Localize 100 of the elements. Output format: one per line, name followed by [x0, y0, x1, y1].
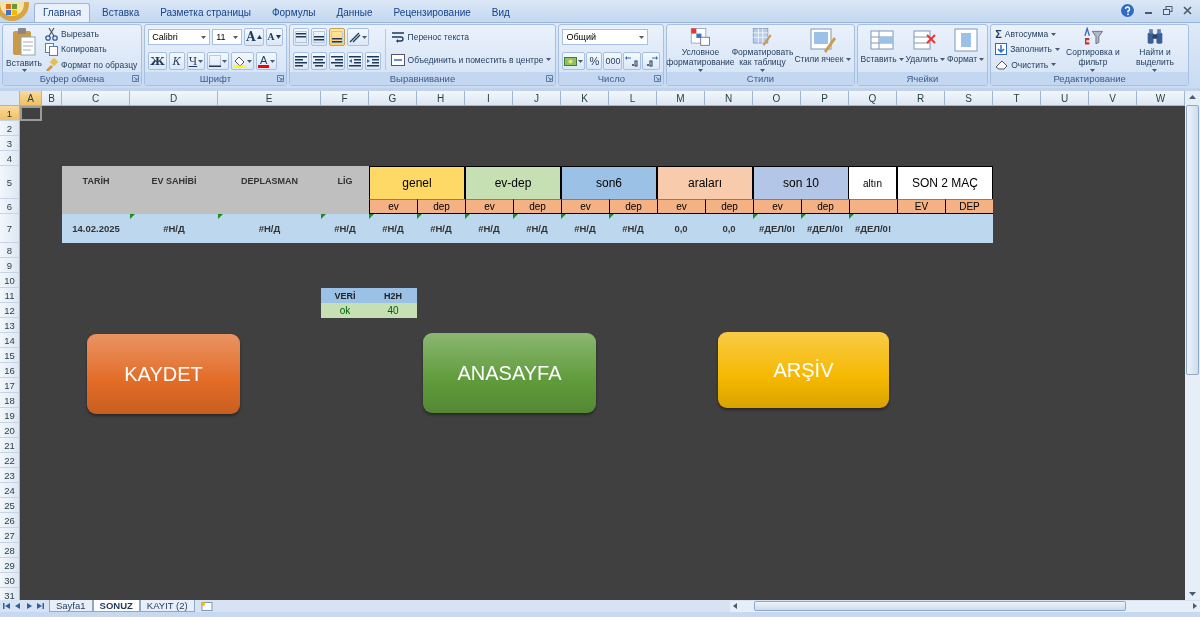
fill-button[interactable]: Заполнить — [994, 42, 1061, 57]
increase-indent-button[interactable] — [364, 52, 381, 70]
horizontal-scrollbar[interactable] — [730, 600, 1200, 612]
cell-styles-button[interactable]: Стили ячеек — [794, 27, 851, 72]
column-header[interactable]: J — [513, 91, 561, 106]
ribbon-tab[interactable]: Рецензирование — [384, 3, 480, 22]
italic-button[interactable]: К — [168, 52, 185, 70]
row-header[interactable]: 5 — [0, 166, 20, 199]
dialog-launcher-icon[interactable] — [546, 75, 554, 82]
row-header[interactable]: 30 — [0, 573, 20, 588]
row-header[interactable]: 3 — [0, 136, 20, 151]
copy-button[interactable]: Копировать — [44, 42, 108, 57]
row-header[interactable]: 21 — [0, 438, 20, 453]
row-header[interactable]: 2 — [0, 121, 20, 136]
underline-button[interactable]: Ч — [186, 52, 206, 70]
column-header[interactable]: D — [130, 91, 218, 106]
bold-button[interactable]: Ж — [148, 52, 167, 70]
row-header[interactable]: 27 — [0, 528, 20, 543]
vertical-align-button[interactable] — [328, 28, 345, 46]
merge-center-button[interactable]: Объединить и поместить в центре — [389, 52, 553, 67]
row-header[interactable]: 16 — [0, 363, 20, 378]
ribbon-tab[interactable]: Вид — [482, 3, 519, 22]
autosum-button[interactable]: Σ Автосумма — [994, 27, 1058, 42]
vertical-scrollbar[interactable] — [1185, 91, 1200, 600]
row-header[interactable]: 12 — [0, 303, 20, 318]
column-header[interactable]: A — [20, 91, 42, 106]
sort-filter-button[interactable]: Сортировка и фильтр — [1062, 27, 1123, 72]
dialog-launcher-icon[interactable] — [132, 75, 140, 82]
row-header[interactable]: 19 — [0, 408, 20, 423]
ribbon-tab[interactable]: Вставка — [93, 3, 149, 22]
column-header[interactable]: K — [561, 91, 609, 106]
row-header[interactable]: 23 — [0, 468, 20, 483]
column-header[interactable]: P — [801, 91, 849, 106]
row-header[interactable]: 9 — [0, 258, 20, 273]
row-header[interactable]: 6 — [0, 199, 20, 214]
sheet-tab[interactable]: Sayfa1 — [49, 600, 93, 612]
ribbon-tab[interactable]: Формулы — [262, 3, 325, 22]
row-header[interactable]: 22 — [0, 453, 20, 468]
column-header[interactable]: L — [609, 91, 657, 106]
currency-button[interactable] — [562, 52, 586, 70]
format-cells-button[interactable]: Формат — [947, 27, 985, 72]
row-header[interactable]: 1 — [0, 106, 20, 121]
row-header[interactable]: 25 — [0, 498, 20, 513]
ribbon-tab[interactable]: Данные — [327, 3, 382, 22]
row-header[interactable]: 7 — [0, 214, 20, 243]
cut-button[interactable]: Вырезать — [44, 27, 100, 42]
column-header[interactable]: U — [1041, 91, 1089, 106]
row-header[interactable]: 8 — [0, 243, 20, 258]
grow-font-button[interactable]: A — [244, 28, 264, 46]
horizontal-align-button[interactable] — [292, 52, 309, 70]
number-format-field[interactable]: Общий — [562, 29, 649, 45]
dialog-launcher-icon[interactable] — [654, 75, 662, 82]
column-header[interactable]: R — [897, 91, 945, 106]
font-color-button[interactable]: A — [256, 52, 278, 70]
column-header[interactable]: F — [321, 91, 369, 106]
row-header[interactable]: 10 — [0, 273, 20, 288]
row-header[interactable]: 15 — [0, 348, 20, 363]
column-header[interactable]: I — [465, 91, 513, 106]
row-header[interactable]: 13 — [0, 318, 20, 333]
decrease-decimal-button[interactable] — [642, 52, 661, 70]
row-header[interactable]: 28 — [0, 543, 20, 558]
column-header[interactable]: O — [753, 91, 801, 106]
font-name-field[interactable]: Calibri — [148, 29, 211, 45]
column-header[interactable]: G — [369, 91, 417, 106]
clear-button[interactable]: Очистить — [994, 57, 1058, 72]
percent-button[interactable]: % — [586, 52, 603, 70]
borders-button[interactable] — [207, 52, 230, 70]
column-header[interactable]: M — [657, 91, 705, 106]
column-header[interactable]: T — [993, 91, 1041, 106]
increase-decimal-button[interactable] — [623, 52, 642, 70]
row-header[interactable]: 18 — [0, 393, 20, 408]
insert-cells-button[interactable]: Вставить — [860, 27, 904, 72]
row-header[interactable]: 11 — [0, 288, 20, 303]
row-header[interactable]: 4 — [0, 151, 20, 166]
ribbon-tab[interactable]: Разметка страницы — [151, 3, 260, 22]
sheet-tab[interactable]: SONUZ — [92, 600, 140, 612]
decrease-indent-button[interactable] — [346, 52, 363, 70]
column-header[interactable]: V — [1089, 91, 1137, 106]
horizontal-align-button[interactable] — [328, 52, 345, 70]
paste-button[interactable]: Вставить — [6, 27, 43, 72]
ribbon-tab[interactable]: Главная — [34, 3, 91, 22]
orientation-button[interactable] — [346, 28, 369, 46]
vertical-align-button[interactable] — [310, 28, 327, 46]
wrap-text-button[interactable]: Перенос текста — [389, 29, 470, 44]
row-header[interactable]: 26 — [0, 513, 20, 528]
row-header[interactable]: 20 — [0, 423, 20, 438]
column-header[interactable]: E — [218, 91, 321, 106]
column-header[interactable]: C — [62, 91, 130, 106]
column-header[interactable]: W — [1137, 91, 1185, 106]
dialog-launcher-icon[interactable] — [276, 75, 284, 82]
row-header[interactable]: 29 — [0, 558, 20, 573]
fill-color-button[interactable] — [231, 52, 255, 70]
thousands-button[interactable]: 000 — [603, 52, 623, 70]
delete-cells-button[interactable]: Удалить — [905, 27, 945, 72]
column-header[interactable]: N — [705, 91, 753, 106]
format-painter-button[interactable]: Формат по образцу — [44, 57, 139, 72]
sheet-tab[interactable]: KAYIT (2) — [139, 600, 195, 612]
row-header[interactable]: 24 — [0, 483, 20, 498]
row-header[interactable]: 14 — [0, 333, 20, 348]
column-header[interactable]: S — [945, 91, 993, 106]
